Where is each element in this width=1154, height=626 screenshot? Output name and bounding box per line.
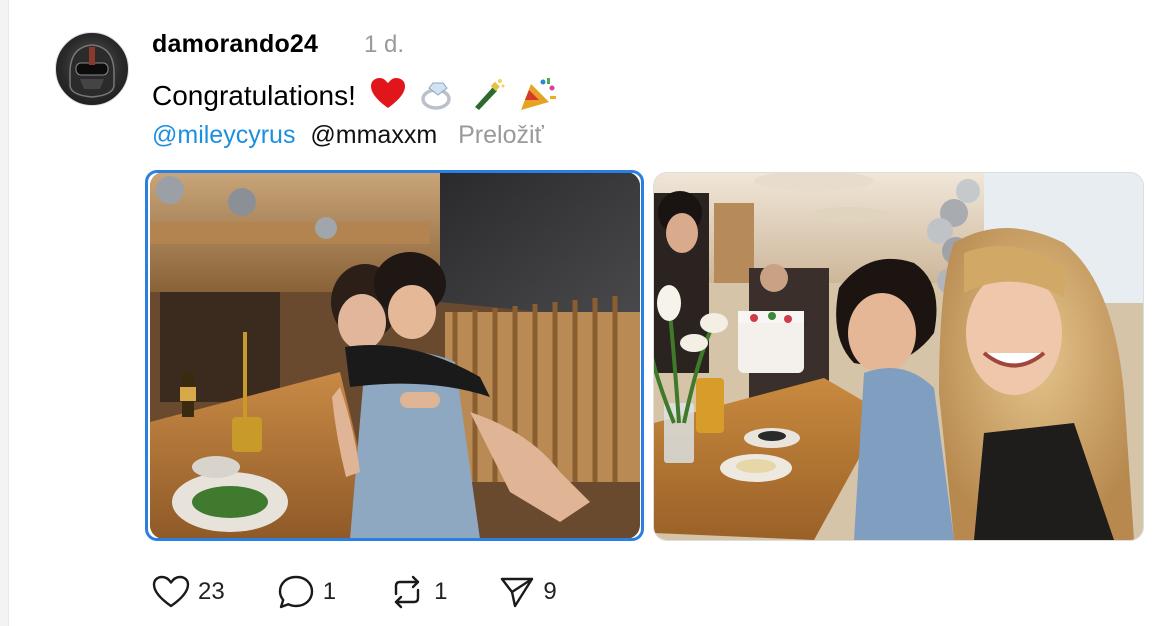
repost-count: 1 <box>434 578 448 605</box>
repost-button[interactable]: 1 <box>388 574 447 610</box>
post-username[interactable]: damorando24 <box>152 30 318 59</box>
heart-icon <box>152 575 190 608</box>
like-count: 23 <box>198 578 225 605</box>
mention-mmaxxm[interactable]: @mmaxxm <box>310 121 437 149</box>
post-card: damorando24 1 d. Congratulations! @miley… <box>0 0 1154 626</box>
avatar[interactable] <box>55 32 129 106</box>
post-actions-bar: 23 1 1 9 <box>152 572 609 612</box>
helmet-avatar-image <box>69 44 115 98</box>
send-icon <box>501 577 534 608</box>
champagne-emoji <box>469 77 505 118</box>
comment-icon <box>278 575 313 609</box>
post-timestamp[interactable]: 1 d. <box>364 31 404 59</box>
mentions-line: @mileycyrus @mmaxxm Preložiť <box>152 121 544 150</box>
mention-mileycyrus[interactable]: @mileycyrus <box>152 121 295 149</box>
repost-icon <box>394 575 420 609</box>
post-text: Congratulations! <box>152 79 356 111</box>
party-popper-emoji <box>519 76 557 119</box>
reply-count: 1 <box>322 578 337 605</box>
reply-button[interactable]: 1 <box>277 574 336 610</box>
photo-couple-smiling-at-cake[interactable] <box>653 172 1144 541</box>
like-button[interactable]: 23 <box>152 575 225 609</box>
post-text-line: Congratulations! <box>152 76 557 119</box>
translate-link[interactable]: Preložiť <box>458 121 544 149</box>
heart-emoji <box>370 78 406 117</box>
share-count: 9 <box>543 578 557 605</box>
photo-couple-at-dinner-table[interactable] <box>150 172 640 539</box>
ring-emoji <box>419 77 455 118</box>
share-button[interactable]: 9 <box>499 575 557 609</box>
